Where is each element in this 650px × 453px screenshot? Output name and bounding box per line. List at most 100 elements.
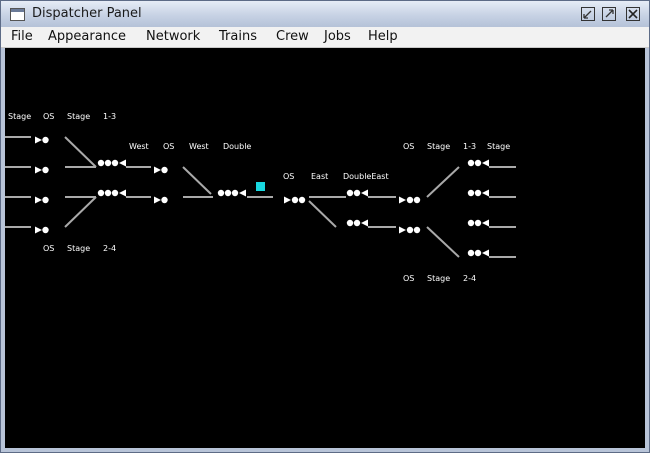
track-segment [308,200,337,228]
signal-lamp-icon [467,189,475,197]
signal-lamp-icon [346,219,354,227]
signal-arrow-icon [119,189,126,197]
signal-head[interactable] [35,226,49,234]
signal-lamp-icon [474,219,482,227]
track-diagram[interactable]: Stage OS Stage 1-3 West OS West Double OS East Dou… [5,48,645,448]
block-indicator[interactable] [256,182,265,191]
track-label: Stage [427,142,450,151]
signal-arrow-icon [35,136,42,144]
track-label: 1-3 [463,142,476,151]
signal-arrow-icon [361,189,368,197]
track-segment [182,166,212,195]
signal-lamp-icon [224,189,232,197]
signal-arrow-icon [154,166,161,174]
signal-arrow-icon [35,166,42,174]
signal-arrow-icon [361,219,368,227]
signal-lamp-icon [353,189,361,197]
signal-head[interactable] [97,159,126,167]
signal-lamp-icon [467,219,475,227]
menu-bar: File Appearance Network Trains Crew Jobs… [1,27,649,48]
signal-head[interactable] [467,249,489,257]
app-icon [10,8,25,21]
signal-arrow-icon [284,196,291,204]
signal-lamp-icon [104,159,112,167]
signal-lamp-icon [42,136,49,144]
track-label: OS [43,244,54,253]
signal-arrow-icon [35,226,42,234]
track-label: Stage [427,274,450,283]
signal-arrow-icon [482,159,489,167]
signal-lamp-icon [413,196,421,204]
track-label: 1-3 [103,112,116,121]
signal-arrow-icon [35,196,42,204]
signal-arrow-icon [399,196,406,204]
signal-lamp-icon [104,189,112,197]
signal-lamp-icon [406,196,414,204]
signal-head[interactable] [346,219,368,227]
signal-head[interactable] [154,196,168,204]
signal-head[interactable] [467,189,489,197]
signal-lamp-icon [467,249,475,257]
track-label: DoubleEast [343,172,389,181]
minimize-icon[interactable] [581,7,595,21]
menu-file[interactable]: File [11,29,33,44]
signal-head[interactable] [97,189,126,197]
signal-lamp-icon [346,189,354,197]
signal-head[interactable] [35,136,49,144]
signal-lamp-icon [413,226,421,234]
signal-arrow-icon [119,159,126,167]
track-label: Double [223,142,251,151]
track-label: OS [403,274,414,283]
menu-help[interactable]: Help [368,29,398,44]
track-label: OS [163,142,174,151]
signal-lamp-icon [291,196,299,204]
signal-head[interactable] [467,219,489,227]
signal-lamp-icon [474,189,482,197]
track-label: Stage [8,112,31,121]
signal-lamp-icon [42,226,49,234]
signal-head[interactable] [399,226,421,234]
close-icon[interactable] [626,7,640,21]
dispatcher-window: Dispatcher Panel File Appearance Network… [0,0,650,453]
maximize-icon[interactable] [602,7,616,21]
signal-lamp-icon [231,189,239,197]
track-label: East [311,172,328,181]
signal-lamp-icon [161,166,168,174]
signal-head[interactable] [399,196,421,204]
signal-head[interactable] [217,189,246,197]
menu-trains[interactable]: Trains [219,29,257,44]
track-label: OS [403,142,414,151]
menu-network[interactable]: Network [146,29,200,44]
signal-lamp-icon [161,196,168,204]
menu-crew[interactable]: Crew [276,29,309,44]
track-panel[interactable]: Stage OS Stage 1-3 West OS West Double OS East Dou… [5,48,645,448]
window-title: Dispatcher Panel [32,6,142,21]
signal-lamp-icon [353,219,361,227]
track-label: Stage [67,112,90,121]
signal-lamp-icon [111,189,119,197]
signal-lamp-icon [42,166,49,174]
signal-head[interactable] [467,159,489,167]
track-label: OS [283,172,294,181]
signal-lamp-icon [406,226,414,234]
track-label: 2-4 [463,274,476,283]
title-bar[interactable]: Dispatcher Panel [1,1,649,27]
signal-head[interactable] [284,196,306,204]
signal-arrow-icon [399,226,406,234]
menu-jobs[interactable]: Jobs [324,29,351,44]
signal-arrow-icon [482,189,489,197]
signal-arrow-icon [239,189,246,197]
signal-head[interactable] [35,166,49,174]
track-segment [426,166,460,198]
signal-head[interactable] [346,189,368,197]
signal-head[interactable] [154,166,168,174]
menu-appearance[interactable]: Appearance [48,29,126,44]
signal-lamp-icon [42,196,49,204]
signal-head[interactable] [35,196,49,204]
signal-lamp-icon [474,159,482,167]
signal-lamp-icon [467,159,475,167]
signal-lamp-icon [217,189,225,197]
track-segment [64,196,97,228]
track-segment [64,136,97,168]
signal-arrow-icon [482,249,489,257]
